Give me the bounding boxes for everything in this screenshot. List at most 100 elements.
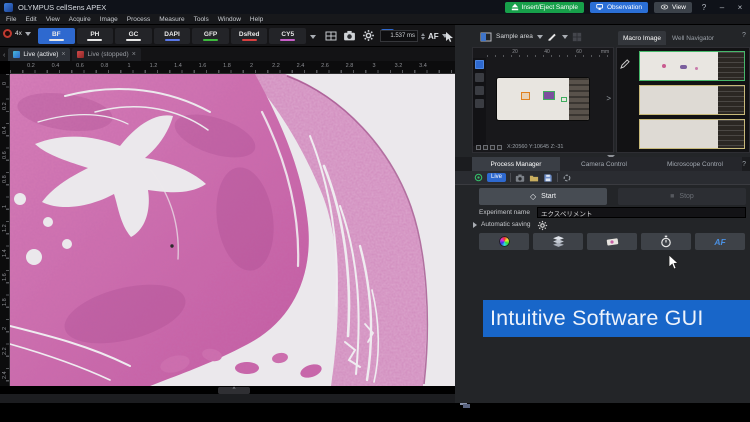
h-ruler-label: 2 xyxy=(250,63,253,69)
channel-bf[interactable]: BF xyxy=(38,28,75,44)
start-button[interactable]: ◇ Start xyxy=(479,188,607,205)
tab-microscope-control[interactable]: Microscope Control xyxy=(648,157,742,171)
expander-triangle-icon[interactable] xyxy=(473,222,477,228)
menu-acquire[interactable]: Acquire xyxy=(69,16,91,23)
split-view-icon[interactable] xyxy=(480,31,492,43)
stage-navigator-panel: 20 40 60 mm > xyxy=(472,47,614,153)
live-image-viewport[interactable] xyxy=(10,74,455,386)
v-ruler-label: 1 xyxy=(2,200,8,208)
snapshot-camera-icon[interactable] xyxy=(343,29,356,42)
save-disk-icon[interactable] xyxy=(543,173,553,183)
annotate-pencil-icon[interactable] xyxy=(620,56,631,74)
live-mode-chip[interactable]: Live xyxy=(487,173,506,182)
channel-gfp[interactable]: GFP xyxy=(192,28,229,44)
document-tab-bar: ‹ Live (active) × Live (stopped) × xyxy=(0,47,455,61)
insert-eject-sample-button[interactable]: Insert/Eject Sample xyxy=(505,2,584,13)
view-button[interactable]: View xyxy=(654,2,692,13)
menu-image[interactable]: Image xyxy=(100,16,118,23)
stop-button[interactable]: ■ Stop xyxy=(618,188,746,205)
window-close-button[interactable]: × xyxy=(734,2,746,13)
channel-gc[interactable]: GC xyxy=(115,28,152,44)
multichannel-button[interactable] xyxy=(479,233,529,250)
h-ruler-label: 1.8 xyxy=(223,63,231,69)
macro-slide-thumbnail-3[interactable] xyxy=(639,119,745,149)
macro-image-panel xyxy=(616,47,750,153)
stage-toggle-3[interactable] xyxy=(490,145,495,150)
stage-toggle-1[interactable] xyxy=(476,145,481,150)
menu-measure[interactable]: Measure xyxy=(159,16,184,23)
stage-tool-layers-icon[interactable] xyxy=(475,86,484,95)
macro-slide-thumbnail-1[interactable] xyxy=(639,51,745,81)
eye-icon xyxy=(660,3,669,11)
brush-chevron-icon[interactable] xyxy=(562,35,568,39)
z-stack-button[interactable] xyxy=(533,233,583,250)
tab-macro-image[interactable]: Macro Image xyxy=(618,31,666,45)
tab-live-stopped[interactable]: Live (stopped) × xyxy=(72,48,140,61)
channel-label: CY5 xyxy=(281,31,294,38)
experiment-name-input[interactable] xyxy=(537,207,746,218)
channel-ph[interactable]: PH xyxy=(77,28,114,44)
settings-gear-icon[interactable] xyxy=(362,29,375,42)
stage-toggle-4[interactable] xyxy=(497,145,502,150)
roi-rect-orange[interactable] xyxy=(521,92,530,100)
stage-ruler-label: 20 xyxy=(512,49,518,55)
objective-selector[interactable]: 4x xyxy=(3,29,31,38)
channel-dapi[interactable]: DAPI xyxy=(154,28,191,44)
menu-view[interactable]: View xyxy=(46,16,60,23)
pointer-tool-button[interactable] xyxy=(444,30,455,48)
menu-edit[interactable]: Edit xyxy=(25,16,36,23)
macro-help-button[interactable]: ? xyxy=(742,32,746,39)
tab-close-icon[interactable]: × xyxy=(61,51,65,58)
channels-overflow-chevron-icon[interactable] xyxy=(310,35,316,39)
channel-underline xyxy=(165,39,180,41)
brush-icon[interactable] xyxy=(547,31,558,42)
grid-overlay-icon[interactable] xyxy=(572,32,582,42)
control-help-button[interactable]: ? xyxy=(742,161,746,168)
exposure-time-input[interactable]: 1.537 ms xyxy=(380,30,418,42)
menu-tools[interactable]: Tools xyxy=(194,16,209,23)
stage-toggle-2[interactable] xyxy=(483,145,488,150)
tab-live-active[interactable]: Live (active) × xyxy=(8,48,70,61)
window-help-button[interactable]: ? xyxy=(698,2,710,13)
menu-process[interactable]: Process xyxy=(127,16,150,23)
stage-tool-image-icon[interactable] xyxy=(475,73,484,82)
af-button-label: AF xyxy=(714,237,725,247)
slide-overview-image[interactable] xyxy=(497,78,589,120)
layout-grid-icon[interactable] xyxy=(324,29,337,42)
stage-ruler-unit: mm xyxy=(601,49,609,55)
tab-process-manager[interactable]: Process Manager xyxy=(472,157,560,171)
snapshot-icon[interactable] xyxy=(515,173,525,183)
time-lapse-button[interactable] xyxy=(641,233,691,250)
tab-scroll-left-icon[interactable]: ‹ xyxy=(3,52,5,59)
window-minimize-button[interactable]: – xyxy=(716,2,728,13)
stage-tool-marker-icon[interactable] xyxy=(475,99,484,108)
folder-open-icon[interactable] xyxy=(529,173,539,183)
live-status-icon xyxy=(474,173,483,182)
menu-file[interactable]: File xyxy=(6,16,16,23)
v-ruler-label: 1.8 xyxy=(2,298,8,306)
autofocus-label[interactable]: AF xyxy=(428,32,439,41)
autofocus-button[interactable]: AF xyxy=(695,233,745,250)
v-ruler-label: 0.2 xyxy=(2,102,8,110)
roi-rect-selected[interactable] xyxy=(543,91,555,100)
menu-window[interactable]: Window xyxy=(218,16,241,23)
tab-close-icon[interactable]: × xyxy=(132,51,136,58)
stage-positions-button[interactable] xyxy=(587,233,637,250)
observation-button[interactable]: Observation xyxy=(590,2,648,13)
tab-well-navigator[interactable]: Well Navigator xyxy=(667,31,719,45)
observation-icon xyxy=(596,3,604,11)
channel-dsred[interactable]: DsRed xyxy=(231,28,268,44)
menu-help[interactable]: Help xyxy=(250,16,263,23)
channel-label: PH xyxy=(90,31,99,38)
stage-tool-navigate-icon[interactable] xyxy=(475,60,484,69)
stage-expand-chevron[interactable]: > xyxy=(606,94,611,103)
roi-rect-green[interactable] xyxy=(561,97,567,102)
channel-cy5[interactable]: CY5 xyxy=(269,28,306,44)
viewport-collapse-button[interactable]: ^ xyxy=(218,387,250,394)
sample-area-chevron-icon[interactable] xyxy=(537,35,543,39)
tab-camera-control[interactable]: Camera Control xyxy=(560,157,648,171)
macro-slide-thumbnail-2[interactable] xyxy=(639,85,745,115)
exposure-stepper[interactable] xyxy=(421,33,425,40)
app-logo-icon xyxy=(4,3,13,12)
process-settings-icon[interactable] xyxy=(562,173,572,183)
